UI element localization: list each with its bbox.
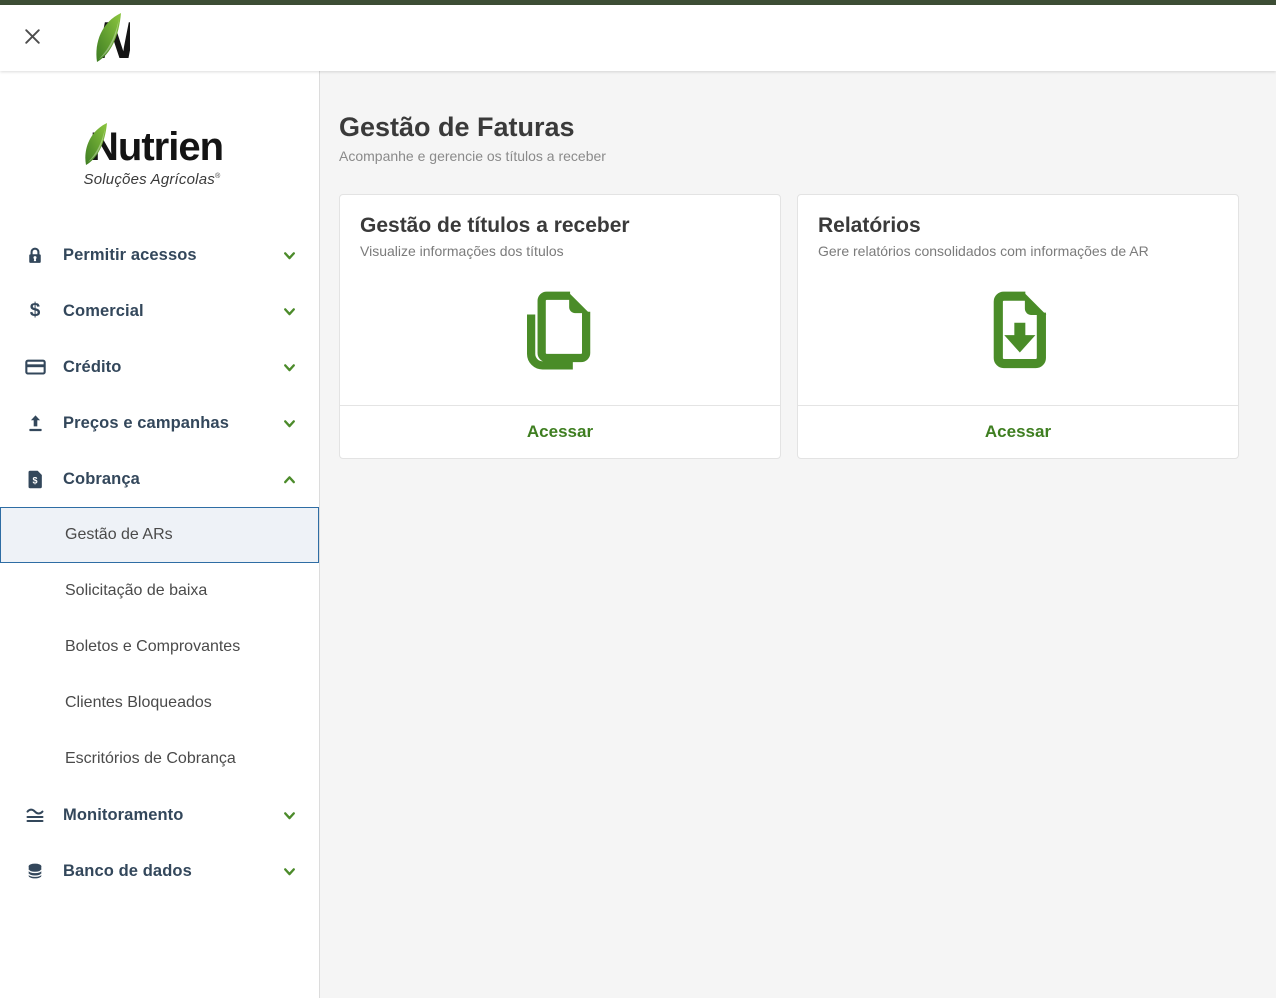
database-icon [24,861,46,881]
sidebar-subitem-gestao-de-ars[interactable]: Gestão de ARs [0,507,319,563]
submenu-item-label: Clientes Bloqueados [65,694,212,712]
credit-card-icon [24,358,46,376]
submenu-item-label: Boletos e Comprovantes [65,638,240,656]
acessar-link[interactable]: Acessar [527,422,593,442]
sidebar-item-precos-e-campanhas[interactable]: Preços e campanhas [0,395,319,451]
sidebar-item-label: Permitir acessos [63,246,197,265]
brand-tagline: Soluções Agrícolas® [84,171,236,188]
submenu-item-label: Gestão de ARs [65,526,173,544]
sidebar-subitem-boletos-e-comprovantes[interactable]: Boletos e Comprovantes [0,619,319,675]
sidebar-item-label: Preços e campanhas [63,414,229,433]
svg-text:Nutrien: Nutrien [90,125,223,169]
card-relatorios: Relatórios Gere relatórios consolidados … [797,194,1239,459]
page-subtitle: Acompanhe e gerencie os títulos a recebe… [339,148,1239,164]
chevron-down-icon [282,808,297,823]
card-gestao-de-titulos: Gestão de títulos a receber Visualize in… [339,194,781,459]
close-icon [22,26,43,50]
cards-row: Gestão de títulos a receber Visualize in… [339,194,1239,459]
sidebar-menu: Permitir acessos $ Comercial [0,227,319,899]
sidebar-subitem-solicitacao-de-baixa[interactable]: Solicitação de baixa [0,563,319,619]
close-menu-button[interactable] [12,18,52,58]
sidebar-item-cobranca[interactable]: $ Cobrança [0,451,319,507]
card-subtitle: Gere relatórios consolidados com informa… [818,243,1218,259]
file-download-icon [974,287,1062,380]
dollar-icon: $ [24,300,46,322]
sidebar-subitem-escritorios-de-cobranca[interactable]: Escritórios de Cobrança [0,731,319,787]
chevron-down-icon [282,416,297,431]
svg-text:$: $ [32,475,37,485]
sidebar-subitem-clientes-bloqueados[interactable]: Clientes Bloqueados [0,675,319,731]
chevron-down-icon [282,864,297,879]
waves-icon [24,806,46,824]
sidebar-item-comercial[interactable]: $ Comercial [0,283,319,339]
lock-icon [24,246,46,265]
card-footer: Acessar [340,405,780,458]
sidebar-item-banco-de-dados[interactable]: Banco de dados [0,843,319,899]
card-subtitle: Visualize informações dos títulos [360,243,760,259]
upload-icon [24,414,46,433]
app-header: N [0,5,1276,71]
card-title: Relatórios [818,214,1218,238]
submenu-item-label: Solicitação de baixa [65,582,207,600]
sidebar-item-label: Comercial [63,302,144,321]
card-footer: Acessar [798,405,1238,458]
files-icon [516,287,604,380]
invoice-dollar-icon: $ [24,470,46,489]
chevron-down-icon [282,360,297,375]
nutrien-mini-logo-icon: N [90,10,130,66]
sidebar: Nutrien Soluções Agrícolas® [0,71,320,998]
sidebar-item-label: Banco de dados [63,862,192,881]
sidebar-item-label: Crédito [63,358,121,377]
chevron-up-icon [282,472,297,487]
sidebar-item-label: Cobrança [63,470,140,489]
chevron-down-icon [282,304,297,319]
sidebar-item-label: Monitoramento [63,806,183,825]
submenu-item-label: Escritórios de Cobrança [65,750,236,768]
sidebar-item-monitoramento[interactable]: Monitoramento [0,787,319,843]
nutrien-logo: Nutrien Soluções Agrícolas® [0,71,319,227]
main-content: Gestão de Faturas Acompanhe e gerencie o… [320,71,1276,998]
sidebar-item-permitir-acessos[interactable]: Permitir acessos [0,227,319,283]
page-title: Gestão de Faturas [339,112,1239,143]
card-title: Gestão de títulos a receber [360,214,760,238]
sidebar-item-credito[interactable]: Crédito [0,339,319,395]
nutrien-wordmark-icon: Nutrien [80,119,240,169]
chevron-down-icon [282,248,297,263]
acessar-link[interactable]: Acessar [985,422,1051,442]
